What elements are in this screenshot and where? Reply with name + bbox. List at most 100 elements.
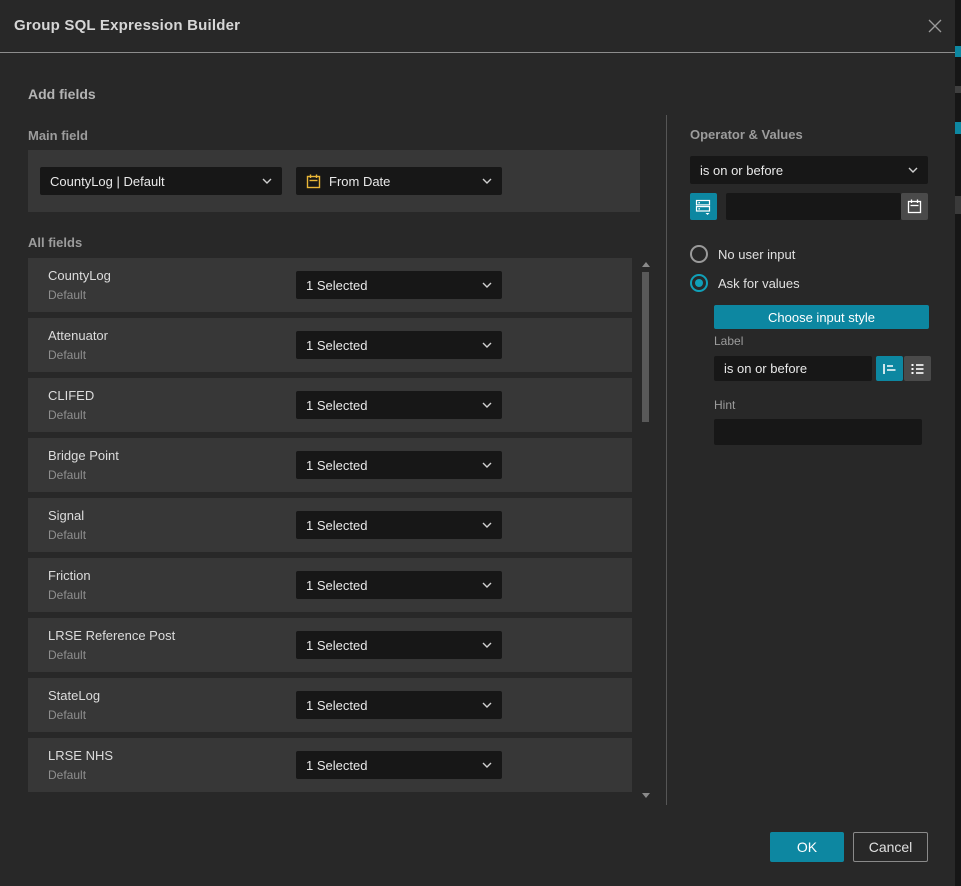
panel-divider: [666, 115, 667, 805]
field-subtitle: Default: [48, 528, 86, 542]
field-values-select[interactable]: 1 Selected: [296, 631, 502, 659]
chevron-down-icon: [482, 702, 492, 708]
dialog-title: Group SQL Expression Builder: [14, 0, 240, 52]
field-row: Attenuator Default 1 Selected: [28, 318, 632, 372]
field-row: Friction Default 1 Selected: [28, 558, 632, 612]
operator-select[interactable]: is on or before: [690, 156, 928, 184]
field-values-select[interactable]: 1 Selected: [296, 451, 502, 479]
cancel-button[interactable]: Cancel: [853, 832, 928, 862]
field-values-select[interactable]: 1 Selected: [296, 271, 502, 299]
chevron-down-icon: [482, 522, 492, 528]
field-name: CLIFED: [48, 388, 94, 403]
operator-values-heading: Operator & Values: [690, 127, 803, 142]
chevron-down-icon: [262, 178, 272, 184]
label-style-text-button[interactable]: [876, 356, 903, 381]
field-subtitle: Default: [48, 288, 86, 302]
field-name: Friction: [48, 568, 91, 583]
value-input[interactable]: [726, 193, 901, 220]
hint-input[interactable]: [714, 419, 922, 445]
all-fields-heading: All fields: [28, 235, 82, 250]
field-values-select-value: 1 Selected: [306, 398, 476, 413]
chevron-down-icon: [908, 167, 918, 173]
list-scrollbar: [641, 258, 650, 800]
layer-select[interactable]: CountyLog | Default: [40, 167, 282, 195]
field-subtitle: Default: [48, 588, 86, 602]
field-row: LRSE Reference Post Default 1 Selected: [28, 618, 632, 672]
background-app-edge: [955, 0, 961, 886]
field-select[interactable]: From Date: [296, 167, 502, 195]
edge-mark: [955, 196, 961, 214]
field-values-select[interactable]: 1 Selected: [296, 331, 502, 359]
edge-accent-mark: [955, 122, 961, 134]
field-name: Bridge Point: [48, 448, 119, 463]
field-subtitle: Default: [48, 648, 86, 662]
list-icon: [910, 361, 925, 376]
field-values-select-value: 1 Selected: [306, 338, 476, 353]
field-row: Bridge Point Default 1 Selected: [28, 438, 632, 492]
radio-no-user-input[interactable]: No user input: [690, 245, 795, 263]
field-subtitle: Default: [48, 408, 86, 422]
field-select-value: From Date: [329, 174, 476, 189]
field-subtitle: Default: [48, 468, 86, 482]
chevron-down-icon: [482, 282, 492, 288]
scrollbar-thumb[interactable]: [642, 272, 649, 422]
field-values-select[interactable]: 1 Selected: [296, 691, 502, 719]
label-input-group: [714, 356, 931, 381]
field-row: CLIFED Default 1 Selected: [28, 378, 632, 432]
calendar-icon: [306, 174, 321, 189]
field-row: LRSE NHS Default 1 Selected: [28, 738, 632, 792]
date-picker-button[interactable]: [901, 193, 928, 220]
group-sql-expression-builder-dialog: Group SQL Expression Builder Add fields …: [0, 0, 961, 886]
radio-no-user-input-label: No user input: [718, 247, 795, 262]
field-values-select-value: 1 Selected: [306, 278, 476, 293]
field-name: StateLog: [48, 688, 100, 703]
label-field-label: Label: [714, 334, 743, 348]
radio-ask-for-values-label: Ask for values: [718, 276, 800, 291]
radio-icon: [690, 245, 708, 263]
chevron-down-icon: [482, 582, 492, 588]
field-name: LRSE NHS: [48, 748, 113, 763]
align-left-icon: [882, 361, 897, 376]
field-values-select-value: 1 Selected: [306, 638, 476, 653]
field-values-select-value: 1 Selected: [306, 578, 476, 593]
close-icon: [927, 18, 943, 34]
field-name: LRSE Reference Post: [48, 628, 175, 643]
field-values-select[interactable]: 1 Selected: [296, 571, 502, 599]
choose-input-style-button[interactable]: Choose input style: [714, 305, 929, 329]
field-values-select-value: 1 Selected: [306, 518, 476, 533]
ok-button[interactable]: OK: [770, 832, 844, 862]
field-values-select[interactable]: 1 Selected: [296, 391, 502, 419]
label-input[interactable]: [714, 356, 872, 381]
field-name: Attenuator: [48, 328, 108, 343]
field-subtitle: Default: [48, 768, 86, 782]
chevron-down-icon: [482, 342, 492, 348]
main-field-panel: CountyLog | Default From Date: [28, 150, 640, 212]
radio-icon-selected: [690, 274, 708, 292]
field-values-select[interactable]: 1 Selected: [296, 511, 502, 539]
close-button[interactable]: [924, 15, 946, 37]
field-values-select-value: 1 Selected: [306, 458, 476, 473]
calendar-icon: [907, 199, 922, 214]
chevron-down-icon: [482, 402, 492, 408]
field-subtitle: Default: [48, 348, 86, 362]
field-subtitle: Default: [48, 708, 86, 722]
dialog-titlebar: Group SQL Expression Builder: [0, 0, 955, 53]
hint-field-label: Hint: [714, 398, 735, 412]
field-row: Signal Default 1 Selected: [28, 498, 632, 552]
scroll-up-arrow[interactable]: [642, 262, 650, 267]
layer-select-value: CountyLog | Default: [50, 174, 256, 189]
label-style-list-button[interactable]: [904, 356, 931, 381]
chevron-down-icon: [482, 178, 492, 184]
input-type-stack-icon: [695, 198, 712, 215]
field-values-select[interactable]: 1 Selected: [296, 751, 502, 779]
radio-ask-for-values[interactable]: Ask for values: [690, 274, 800, 292]
edge-mark: [955, 86, 961, 93]
input-type-button[interactable]: [690, 193, 717, 220]
chevron-down-icon: [482, 462, 492, 468]
field-values-select-value: 1 Selected: [306, 758, 476, 773]
add-fields-heading: Add fields: [28, 86, 96, 102]
operator-select-value: is on or before: [700, 163, 902, 178]
field-name: Signal: [48, 508, 84, 523]
scroll-down-arrow[interactable]: [642, 793, 650, 798]
edge-accent-mark: [955, 46, 961, 57]
